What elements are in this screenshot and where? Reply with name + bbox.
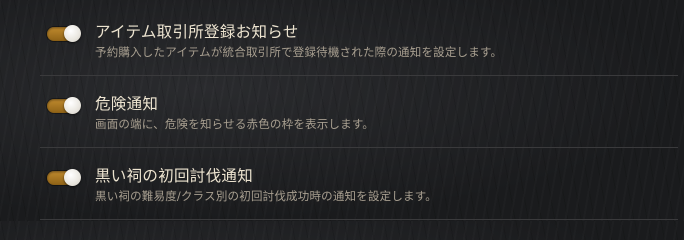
setting-description: 画面の端に、危険を知らせる赤色の枠を表示します。	[95, 117, 375, 131]
setting-row-exchange-registration: アイテム取引所登録お知らせ 予約購入したアイテムが統合取引所で登録待機された際の…	[0, 8, 684, 78]
setting-row-black-shrine-first-clear: 黒い祠の初回討伐通知 黒い祠の難易度/クラス別の初回討伐成功時の通知を設定します…	[0, 152, 684, 222]
toggle-knob	[64, 97, 81, 114]
setting-title: 危険通知	[95, 95, 159, 113]
divider	[40, 75, 678, 76]
danger-alert-toggle[interactable]	[47, 97, 81, 114]
exchange-registration-toggle[interactable]	[47, 25, 81, 42]
setting-title: 黒い祠の初回討伐通知	[95, 167, 254, 185]
setting-row-danger-alert: 危険通知 画面の端に、危険を知らせる赤色の枠を表示します。	[0, 80, 684, 150]
toggle-knob	[64, 169, 81, 186]
setting-title: アイテム取引所登録お知らせ	[95, 23, 299, 41]
divider	[40, 219, 678, 220]
setting-description: 予約購入したアイテムが統合取引所で登録待機された際の通知を設定します。	[95, 45, 503, 59]
setting-description: 黒い祠の難易度/クラス別の初回討伐成功時の通知を設定します。	[95, 189, 437, 203]
toggle-knob	[64, 25, 81, 42]
divider	[40, 147, 678, 148]
black-shrine-first-clear-toggle[interactable]	[47, 169, 81, 186]
